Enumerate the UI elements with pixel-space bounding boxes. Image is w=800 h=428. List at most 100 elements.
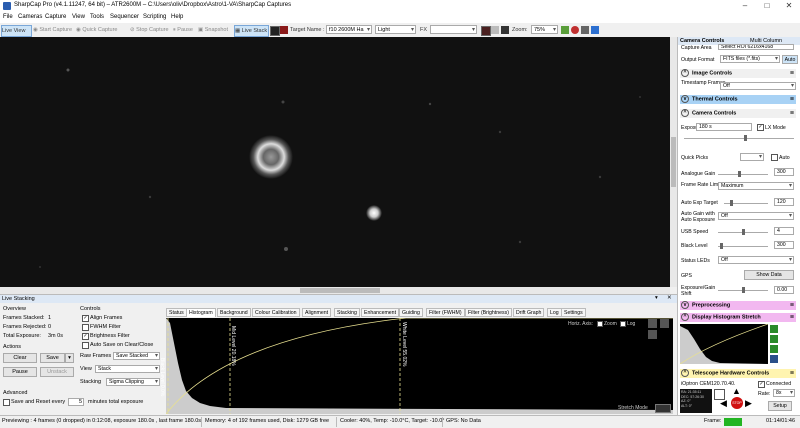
tab-drift-graph[interactable]: Drift Graph [513, 308, 545, 317]
zoom-combo[interactable]: 75% [531, 25, 558, 34]
menu-capture[interactable]: Capture [45, 14, 66, 20]
reticle-icon[interactable] [501, 26, 509, 34]
image-controls-section[interactable]: ^ Image Controls ≡ [680, 69, 796, 78]
exposure-slider-thumb[interactable] [744, 135, 747, 141]
rate-select[interactable]: 8x [773, 389, 795, 397]
analogue-gain-slider[interactable] [718, 174, 768, 175]
stack-histogram-chart[interactable]: Black Level 0.0% Mid Level 20.18% White … [159, 318, 673, 414]
menu-file[interactable]: File [3, 14, 13, 20]
view-select[interactable]: Stack [95, 365, 160, 373]
zoom-checkbox[interactable] [597, 321, 603, 327]
align-frames-checkbox[interactable]: ✓ [82, 315, 89, 322]
quick-picks-auto-checkbox[interactable] [771, 154, 778, 161]
record-icon[interactable] [280, 26, 288, 34]
save-stack-button[interactable]: Save [40, 353, 65, 363]
menu-icon[interactable]: ≡ [790, 370, 794, 377]
menu-icon[interactable]: ≡ [790, 110, 794, 117]
auto-gain-select[interactable]: Off [718, 212, 794, 220]
display-histogram-section[interactable]: ^ Display Histogram Stretch ≡ [680, 313, 796, 322]
tab-filter-fwhm[interactable]: Filter (FWHM) [426, 308, 465, 317]
close-panel-icon[interactable]: ✕ [667, 295, 672, 301]
lx-mode-checkbox[interactable]: ✓ [757, 124, 764, 131]
tab-status[interactable]: Status [166, 308, 187, 317]
dropdown-icon[interactable] [581, 26, 589, 34]
exposure-slider[interactable] [684, 138, 794, 139]
fwhm-filter-checkbox[interactable] [82, 324, 89, 331]
target-icon[interactable] [571, 26, 579, 34]
black-level-slider[interactable] [718, 246, 768, 247]
menu-tools[interactable]: Tools [90, 14, 104, 20]
tab-guiding[interactable]: Guiding [399, 308, 423, 317]
menu-help[interactable]: Help [171, 14, 183, 20]
raw-frames-select[interactable]: Save Stacked [113, 352, 160, 360]
live-stack-button[interactable]: ▦ Live Stack [234, 25, 269, 37]
output-format-select[interactable]: FITS files (*.fits) [720, 55, 780, 63]
pause-stack-button[interactable]: Pause [3, 367, 37, 377]
snapshot-button[interactable]: ▣ Snapshot [198, 25, 228, 35]
maximize-button[interactable]: □ [756, 0, 778, 12]
auto-stretch-icon[interactable] [770, 345, 778, 353]
stop-capture-button[interactable]: ⊘ Stop Capture [130, 25, 169, 35]
minimize-button[interactable]: – [734, 0, 756, 12]
camera-controls-section[interactable]: ^ Camera Controls ≡ [680, 109, 796, 118]
north-arrow-icon[interactable]: ▲ [732, 387, 741, 396]
live-view-button[interactable]: Live View [1, 25, 32, 37]
grid-icon[interactable] [491, 26, 499, 34]
status-leds-select[interactable]: Off [718, 256, 794, 264]
start-capture-button[interactable]: ◉ Start Capture [33, 25, 72, 35]
save-reset-checkbox[interactable] [3, 399, 10, 406]
menu-icon[interactable]: ≡ [790, 96, 794, 103]
auto-stretch-icon[interactable] [660, 319, 669, 328]
auto-exp-target-slider-thumb[interactable] [730, 200, 733, 206]
histogram-icon[interactable] [270, 26, 280, 36]
viewport-vertical-scrollbar[interactable] [670, 37, 677, 287]
west-arrow-icon[interactable]: ◀ [720, 399, 727, 408]
menu-cameras[interactable]: Cameras [18, 14, 42, 20]
menu-view[interactable]: View [72, 14, 85, 20]
connected-checkbox[interactable]: ✓ [758, 381, 765, 388]
tab-histogram[interactable]: Histogram [186, 308, 216, 317]
clear-button[interactable]: Clear [3, 353, 37, 363]
tab-background[interactable]: Background [217, 308, 251, 317]
tab-alignment[interactable]: Alignment [302, 308, 332, 317]
exposure-field[interactable]: 180 s [696, 123, 752, 131]
usb-speed-slider-thumb[interactable] [742, 229, 745, 235]
unstack-button[interactable]: Unstack [40, 367, 74, 377]
graph-icon[interactable] [561, 26, 569, 34]
usb-speed-field[interactable]: 4 [774, 227, 794, 235]
settings-icon[interactable] [591, 26, 599, 34]
menu-icon[interactable]: ≡ [790, 70, 794, 77]
analogue-gain-field[interactable]: 300 [774, 168, 794, 176]
stretch-icon[interactable] [770, 325, 778, 333]
auto-exp-target-field[interactable]: 120 [774, 198, 794, 206]
thermal-controls-section[interactable]: v Thermal Controls ≡ [680, 95, 796, 104]
telescope-hw-section[interactable]: ^ Telescope Hardware Controls ≡ [680, 369, 796, 378]
black-level-field[interactable]: 300 [774, 241, 794, 249]
tab-enhancement[interactable]: Enhancement [361, 308, 400, 317]
preprocessing-section[interactable]: v Preprocessing ≡ [680, 301, 796, 310]
auto-save-checkbox[interactable] [82, 342, 89, 349]
show-data-button[interactable]: Show Data [744, 270, 794, 280]
close-button[interactable]: ✕ [778, 0, 800, 12]
menu-icon[interactable]: ≡ [790, 302, 794, 309]
exp-gain-shift-field[interactable]: 0.00 [774, 286, 794, 294]
fx-combo[interactable] [430, 25, 477, 34]
stretch-mode-select[interactable] [655, 404, 671, 413]
pin-icon[interactable]: ▾ [655, 295, 658, 301]
menu-sequencer[interactable]: Sequencer [110, 14, 139, 20]
pause-button[interactable]: ⏸ Pause [173, 25, 193, 35]
menu-icon[interactable]: ≡ [790, 314, 794, 321]
stacking-select[interactable]: Sigma Clipping [106, 378, 160, 386]
color-swatch-icon[interactable] [481, 26, 491, 36]
reset-stretch-icon[interactable] [770, 335, 778, 343]
quick-picks-select[interactable] [740, 153, 764, 161]
quick-capture-button[interactable]: ◉ Quick Capture [76, 25, 117, 35]
tab-settings[interactable]: Settings [561, 308, 586, 317]
brightness-filter-checkbox[interactable]: ✓ [82, 333, 89, 340]
output-auto-button[interactable]: Auto [782, 55, 798, 64]
log-checkbox[interactable] [620, 321, 626, 327]
save-reset-minutes-field[interactable]: 5 [68, 398, 84, 406]
analogue-gain-slider-thumb[interactable] [738, 171, 741, 177]
tab-filter-brightness[interactable]: Filter (Brightness) [465, 308, 512, 317]
reset-icon[interactable] [648, 319, 657, 328]
